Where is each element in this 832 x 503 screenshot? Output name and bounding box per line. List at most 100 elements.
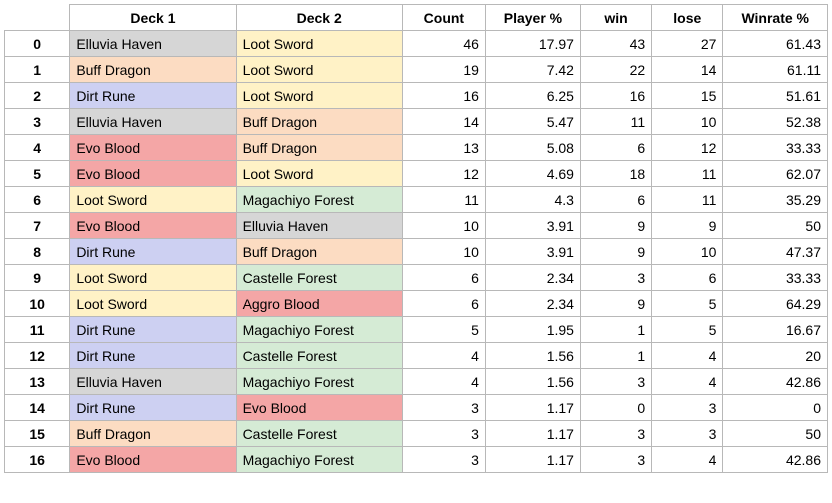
cell-winrate: 0	[723, 395, 828, 421]
cell-player-pct: 1.56	[485, 369, 580, 395]
cell-lose: 9	[652, 213, 723, 239]
cell-deck2: Loot Sword	[236, 83, 402, 109]
cell-lose: 10	[652, 109, 723, 135]
cell-player-pct: 1.56	[485, 343, 580, 369]
cell-win: 9	[580, 291, 651, 317]
row-index: 11	[5, 317, 70, 343]
row-index: 8	[5, 239, 70, 265]
cell-lose: 4	[652, 343, 723, 369]
deck-stats-table: Deck 1 Deck 2 Count Player % win lose Wi…	[4, 4, 828, 473]
cell-winrate: 62.07	[723, 161, 828, 187]
table-row: 7Evo BloodElluvia Haven103.919950	[5, 213, 828, 239]
cell-winrate: 51.61	[723, 83, 828, 109]
cell-lose: 11	[652, 187, 723, 213]
table-body: 0Elluvia HavenLoot Sword4617.97432761.43…	[5, 31, 828, 473]
cell-win: 1	[580, 343, 651, 369]
cell-deck2: Castelle Forest	[236, 343, 402, 369]
cell-deck1: Evo Blood	[70, 135, 236, 161]
cell-deck2: Buff Dragon	[236, 135, 402, 161]
row-index: 7	[5, 213, 70, 239]
cell-player-pct: 2.34	[485, 265, 580, 291]
cell-count: 4	[402, 343, 485, 369]
cell-deck1: Buff Dragon	[70, 421, 236, 447]
cell-win: 9	[580, 213, 651, 239]
row-index: 13	[5, 369, 70, 395]
col-header-deck2: Deck 2	[236, 5, 402, 31]
cell-player-pct: 2.34	[485, 291, 580, 317]
cell-win: 3	[580, 369, 651, 395]
cell-player-pct: 1.17	[485, 395, 580, 421]
cell-deck1: Evo Blood	[70, 161, 236, 187]
cell-winrate: 42.86	[723, 369, 828, 395]
row-index: 4	[5, 135, 70, 161]
cell-win: 11	[580, 109, 651, 135]
table-row: 16Evo BloodMagachiyo Forest31.173442.86	[5, 447, 828, 473]
cell-count: 16	[402, 83, 485, 109]
cell-player-pct: 3.91	[485, 239, 580, 265]
cell-player-pct: 4.69	[485, 161, 580, 187]
cell-win: 3	[580, 447, 651, 473]
col-header-deck1: Deck 1	[70, 5, 236, 31]
cell-count: 3	[402, 395, 485, 421]
cell-deck1: Loot Sword	[70, 187, 236, 213]
cell-deck1: Dirt Rune	[70, 395, 236, 421]
cell-deck2: Castelle Forest	[236, 265, 402, 291]
cell-player-pct: 7.42	[485, 57, 580, 83]
cell-deck2: Loot Sword	[236, 31, 402, 57]
cell-count: 10	[402, 239, 485, 265]
cell-lose: 4	[652, 369, 723, 395]
table-row: 13Elluvia HavenMagachiyo Forest41.563442…	[5, 369, 828, 395]
cell-player-pct: 17.97	[485, 31, 580, 57]
cell-win: 0	[580, 395, 651, 421]
cell-count: 3	[402, 421, 485, 447]
cell-lose: 6	[652, 265, 723, 291]
cell-winrate: 47.37	[723, 239, 828, 265]
cell-win: 22	[580, 57, 651, 83]
cell-count: 11	[402, 187, 485, 213]
cell-count: 46	[402, 31, 485, 57]
cell-deck1: Elluvia Haven	[70, 109, 236, 135]
cell-deck1: Buff Dragon	[70, 57, 236, 83]
cell-deck2: Buff Dragon	[236, 239, 402, 265]
table-row: 4Evo BloodBuff Dragon135.0861233.33	[5, 135, 828, 161]
cell-player-pct: 5.47	[485, 109, 580, 135]
cell-winrate: 61.11	[723, 57, 828, 83]
table-row: 11Dirt RuneMagachiyo Forest51.951516.67	[5, 317, 828, 343]
row-index: 6	[5, 187, 70, 213]
cell-winrate: 33.33	[723, 135, 828, 161]
cell-player-pct: 6.25	[485, 83, 580, 109]
cell-winrate: 50	[723, 421, 828, 447]
cell-lose: 5	[652, 317, 723, 343]
table-row: 8Dirt RuneBuff Dragon103.9191047.37	[5, 239, 828, 265]
cell-deck2: Buff Dragon	[236, 109, 402, 135]
cell-deck1: Dirt Rune	[70, 317, 236, 343]
cell-count: 19	[402, 57, 485, 83]
cell-deck1: Loot Sword	[70, 265, 236, 291]
cell-lose: 12	[652, 135, 723, 161]
cell-win: 9	[580, 239, 651, 265]
table-row: 15Buff DragonCastelle Forest31.173350	[5, 421, 828, 447]
cell-deck2: Evo Blood	[236, 395, 402, 421]
cell-count: 5	[402, 317, 485, 343]
col-header-win: win	[580, 5, 651, 31]
cell-player-pct: 5.08	[485, 135, 580, 161]
cell-deck1: Dirt Rune	[70, 83, 236, 109]
row-index: 5	[5, 161, 70, 187]
cell-count: 6	[402, 291, 485, 317]
cell-win: 18	[580, 161, 651, 187]
cell-deck1: Elluvia Haven	[70, 31, 236, 57]
cell-count: 6	[402, 265, 485, 291]
cell-lose: 14	[652, 57, 723, 83]
table-row: 6Loot SwordMagachiyo Forest114.361135.29	[5, 187, 828, 213]
cell-deck2: Magachiyo Forest	[236, 447, 402, 473]
cell-win: 6	[580, 187, 651, 213]
cell-lose: 3	[652, 395, 723, 421]
cell-lose: 10	[652, 239, 723, 265]
cell-deck1: Dirt Rune	[70, 343, 236, 369]
cell-win: 3	[580, 265, 651, 291]
cell-deck1: Evo Blood	[70, 213, 236, 239]
cell-lose: 3	[652, 421, 723, 447]
cell-winrate: 20	[723, 343, 828, 369]
col-header-lose: lose	[652, 5, 723, 31]
row-index: 15	[5, 421, 70, 447]
